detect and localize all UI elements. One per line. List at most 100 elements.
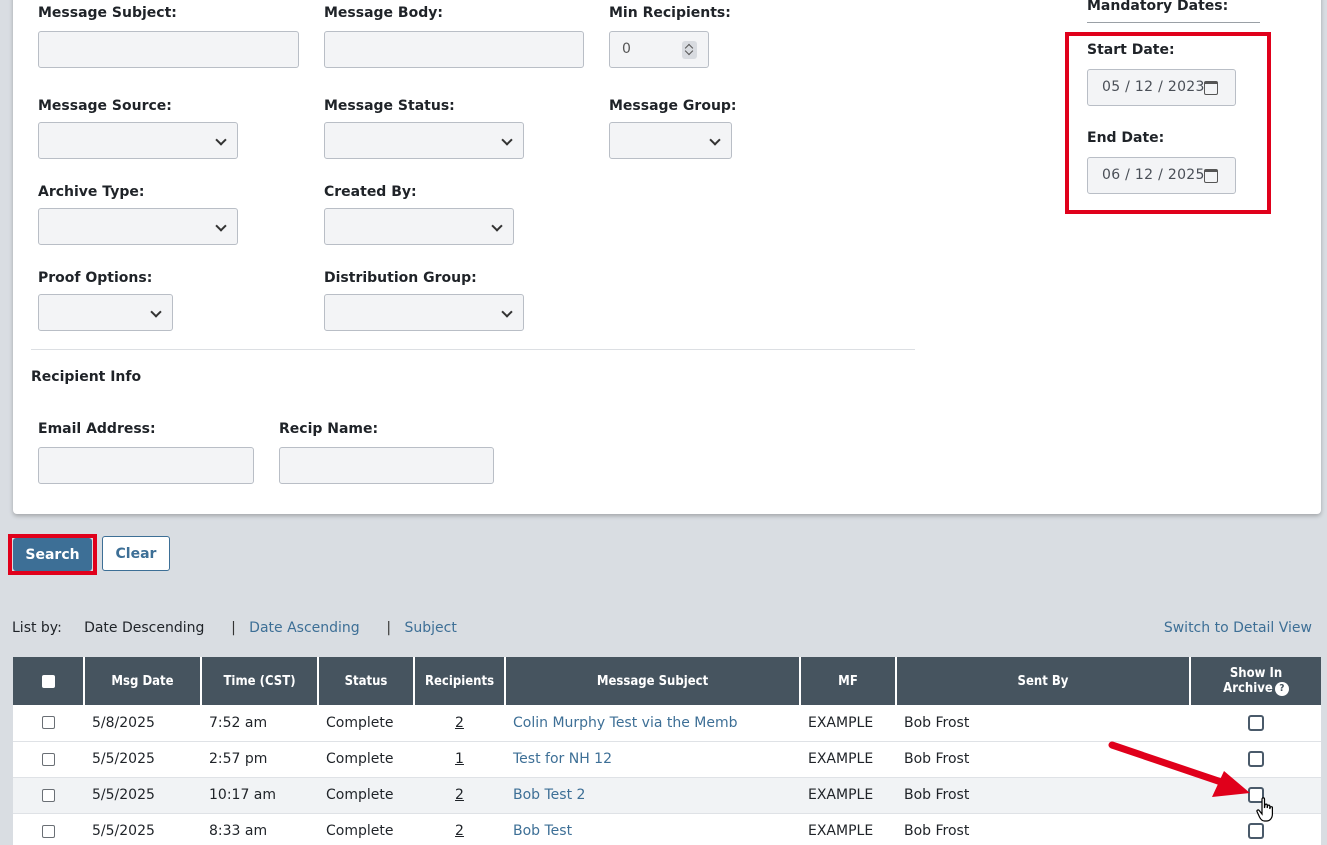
search-button[interactable]: Search — [13, 538, 92, 571]
mf-cell: EXAMPLE — [800, 741, 896, 778]
start-date-input[interactable]: 05 / 12 / 2023 — [1087, 69, 1236, 106]
recip-name-input[interactable] — [279, 447, 494, 484]
message-group-label: Message Group: — [609, 98, 737, 114]
col-sent-by[interactable]: Sent By — [896, 657, 1191, 705]
chevron-down-icon — [491, 220, 503, 232]
arrow-annotation — [1108, 741, 1250, 797]
recipients-link[interactable]: 2 — [455, 715, 464, 731]
col-msg-date[interactable]: Msg Date — [84, 657, 202, 705]
created-by-label: Created By: — [324, 184, 417, 200]
col-recipients[interactable]: Recipients — [414, 657, 506, 705]
row-checkbox[interactable] — [42, 716, 55, 730]
status-cell: Complete — [318, 813, 414, 845]
message-subject-input[interactable] — [38, 31, 299, 68]
min-recipients-input[interactable]: 0 — [609, 31, 709, 68]
col-mf[interactable]: MF — [800, 657, 897, 705]
email-address-label: Email Address: — [38, 421, 156, 437]
time-cell: 7:52 am — [201, 705, 318, 742]
end-date-value: 06 / 12 / 2025 — [1102, 167, 1205, 183]
start-date-value: 05 / 12 / 2023 — [1102, 79, 1205, 95]
table-header-row: Msg Date Time (CST) Status Recipients Me… — [13, 657, 1321, 705]
row-checkbox[interactable] — [42, 788, 55, 802]
row-select-cell — [13, 705, 84, 742]
distribution-group-label: Distribution Group: — [324, 270, 477, 286]
switch-detail-view-link[interactable]: Switch to Detail View — [1164, 620, 1312, 636]
created-by-select[interactable] — [324, 208, 514, 245]
message-subject-label: Message Subject: — [38, 5, 177, 21]
message-subject-link[interactable]: Test for NH 12 — [513, 751, 612, 767]
time-cell: 10:17 am — [201, 777, 318, 814]
calendar-icon[interactable] — [1204, 81, 1218, 95]
show-in-archive-checkbox[interactable] — [1247, 714, 1264, 731]
message-status-select[interactable] — [324, 122, 524, 159]
chevron-down-icon — [501, 134, 513, 146]
archive-type-select[interactable] — [38, 208, 238, 245]
min-recipients-value: 0 — [622, 41, 631, 57]
msg-date-cell: 5/5/2025 — [84, 741, 201, 778]
select-all-header — [13, 657, 85, 705]
message-body-label: Message Body: — [324, 5, 443, 21]
row-select-cell — [13, 813, 84, 845]
recipient-info-heading: Recipient Info — [31, 369, 142, 385]
chevron-down-icon — [501, 306, 513, 318]
end-date-label: End Date: — [1087, 130, 1165, 146]
mf-cell: EXAMPLE — [800, 705, 896, 742]
chevron-down-icon — [709, 134, 721, 146]
archive-label: Archive — [1223, 681, 1273, 696]
sort-date-ascending-link[interactable]: Date Ascending — [249, 620, 360, 636]
mf-cell: EXAMPLE — [800, 813, 896, 845]
col-show-in-archive: Show In Archive? — [1190, 657, 1321, 705]
chevron-down-icon — [215, 134, 227, 146]
row-checkbox[interactable] — [42, 824, 55, 838]
start-date-label: Start Date: — [1087, 42, 1175, 58]
help-icon[interactable]: ? — [1274, 681, 1289, 696]
list-by-bar: List by: Date Descending | Date Ascendin… — [12, 620, 457, 636]
clear-button[interactable]: Clear — [102, 536, 170, 571]
col-time[interactable]: Time (CST) — [201, 657, 319, 705]
sent-by-cell: Bob Frost — [896, 813, 1190, 845]
message-subject-link[interactable]: Bob Test — [513, 823, 572, 839]
proof-options-select[interactable] — [38, 294, 173, 331]
mandatory-divider — [1087, 22, 1260, 23]
archive-type-label: Archive Type: — [38, 184, 145, 200]
time-cell: 8:33 am — [201, 813, 318, 845]
message-source-label: Message Source: — [38, 98, 172, 114]
message-body-input[interactable] — [324, 31, 584, 68]
status-cell: Complete — [318, 777, 414, 814]
row-checkbox[interactable] — [42, 752, 55, 766]
col-status[interactable]: Status — [318, 657, 415, 705]
col-message-subject[interactable]: Message Subject — [505, 657, 801, 705]
email-address-input[interactable] — [38, 447, 254, 484]
row-select-cell — [13, 741, 84, 778]
message-source-select[interactable] — [38, 122, 238, 159]
mf-cell: EXAMPLE — [800, 777, 896, 814]
list-by-label: List by: — [12, 620, 62, 636]
row-select-cell — [13, 777, 84, 814]
table-row: 5/5/2025 8:33 am Complete 2 Bob Test EXA… — [13, 813, 1321, 845]
spinner-icon[interactable] — [682, 41, 697, 59]
separator: | — [386, 620, 392, 636]
distribution-group-select[interactable] — [324, 294, 524, 331]
message-group-select[interactable] — [609, 122, 732, 159]
chevron-down-icon — [150, 306, 162, 318]
recipients-link[interactable]: 1 — [455, 751, 464, 767]
show-in-label: Show In — [1229, 666, 1283, 681]
chevron-down-icon — [215, 220, 227, 232]
section-divider — [31, 349, 915, 350]
recipients-link[interactable]: 2 — [455, 787, 464, 803]
proof-options-label: Proof Options: — [38, 270, 153, 286]
message-status-label: Message Status: — [324, 98, 455, 114]
status-cell: Complete — [318, 705, 414, 742]
sort-subject-link[interactable]: Subject — [404, 620, 456, 636]
recip-name-label: Recip Name: — [279, 421, 379, 437]
show-in-archive-checkbox[interactable] — [1247, 823, 1264, 839]
calendar-icon[interactable] — [1204, 169, 1218, 183]
message-subject-link[interactable]: Colin Murphy Test via the Memb — [513, 715, 738, 731]
end-date-input[interactable]: 06 / 12 / 2025 — [1087, 157, 1236, 194]
recipients-link[interactable]: 2 — [455, 823, 464, 839]
time-cell: 2:57 pm — [201, 741, 318, 778]
message-subject-link[interactable]: Bob Test 2 — [513, 787, 585, 803]
min-recipients-label: Min Recipients: — [609, 5, 731, 21]
separator: | — [231, 620, 236, 636]
select-all-checkbox[interactable] — [41, 674, 55, 688]
